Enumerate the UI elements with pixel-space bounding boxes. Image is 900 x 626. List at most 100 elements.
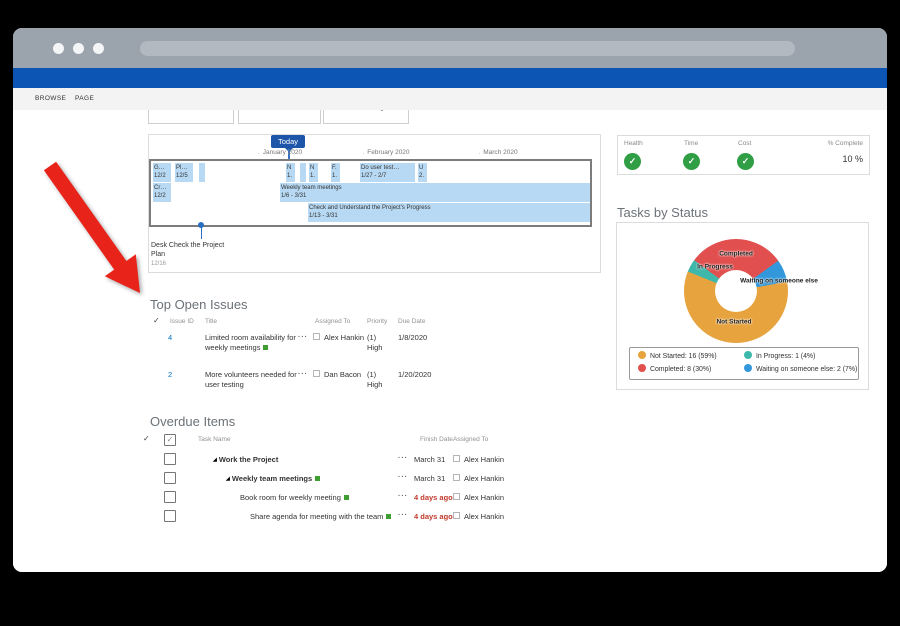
task-ellipsis-menu[interactable]: ··· (398, 493, 408, 500)
issue-title[interactable]: More volunteers needed for user testing (205, 370, 298, 389)
top-open-issues-title: Top Open Issues (150, 297, 248, 312)
presence-icon (313, 333, 320, 340)
overdue-header-task[interactable]: Task Name (198, 436, 231, 443)
expand-icon[interactable]: ◢ (226, 476, 230, 482)
legend-waiting: Waiting on someone else: 2 (7%) (744, 364, 857, 373)
gantt-bar[interactable]: G…12/2 (153, 163, 171, 182)
task-ellipsis-menu[interactable]: ··· (398, 474, 408, 481)
row-checkbox[interactable] (164, 491, 176, 503)
gantt-bar[interactable]: N1. (286, 163, 295, 182)
last-change-button[interactable]: Last Change (323, 110, 409, 124)
window-minimize-button[interactable] (73, 43, 84, 54)
on-track-icon (315, 476, 320, 481)
slice-label-not-started: Not Started (716, 319, 751, 326)
percent-complete-label: % Complete (828, 140, 863, 147)
on-track-icon (263, 345, 268, 350)
slice-label-in-progress: In Progress (697, 264, 733, 271)
gantt-bar[interactable]: Do user test…1/27 - 2/7 (360, 163, 415, 182)
legend-not-started: Not Started: 16 (59%) (638, 351, 717, 360)
gantt-bar[interactable]: U2. (418, 163, 427, 182)
window-maximize-button[interactable] (93, 43, 104, 54)
current-finish-date-button[interactable]: Current Finish Date (238, 110, 321, 124)
presence-icon (453, 474, 460, 481)
gantt-bar[interactable]: Check and Understand the Project's Progr… (308, 203, 590, 222)
task-finish-date: March 31 (414, 455, 445, 464)
health-ok-icon: ✓ (624, 153, 641, 170)
legend-dot-icon (744, 351, 752, 359)
header-checkbox[interactable]: ✓ (164, 434, 176, 446)
gantt-bar[interactable]: N1. (309, 163, 318, 182)
gantt-bar[interactable]: Pl…12/5 (175, 163, 193, 182)
late-tasks-button[interactable]: Late Tasks (148, 110, 234, 124)
task-name[interactable]: ◢Weekly team meetings (226, 474, 320, 483)
select-all-icon[interactable]: ✓ (153, 316, 160, 325)
person-link[interactable]: Alex Hankin (464, 455, 504, 464)
task-assigned: Alex Hankin (453, 455, 504, 464)
overdue-header-finish[interactable]: Finish Date (420, 436, 453, 443)
expand-icon[interactable]: ◢ (213, 457, 217, 463)
donut-hole (715, 270, 757, 312)
person-link[interactable]: Dan Bacon (324, 370, 361, 379)
select-all-icon[interactable]: ✓ (143, 434, 150, 443)
issues-header-priority[interactable]: Priority (367, 318, 387, 325)
presence-icon (453, 512, 460, 519)
gantt-bar[interactable] (300, 163, 306, 182)
row-checkbox[interactable] (164, 453, 176, 465)
gantt-bar[interactable] (199, 163, 205, 182)
presence-icon (313, 370, 320, 377)
tab-browse[interactable]: BROWSE (35, 95, 66, 102)
issue-assigned: Dan Bacon (313, 370, 361, 379)
gantt-bar[interactable]: Cr…12/2 (153, 183, 171, 202)
person-link[interactable]: Alex Hankin (464, 493, 504, 502)
task-ellipsis-menu[interactable]: ··· (398, 455, 408, 462)
task-ellipsis-menu[interactable]: ··· (398, 512, 408, 519)
month-label: .January 2020 (258, 149, 302, 156)
issue-assigned: Alex Hankin (313, 333, 364, 342)
row-checkbox[interactable] (164, 510, 176, 522)
month-label: .February 2020 (362, 149, 409, 156)
window-close-button[interactable] (53, 43, 64, 54)
issues-header-assigned[interactable]: Assigned To (315, 318, 350, 325)
overdue-items-title: Overdue Items (150, 414, 235, 429)
tab-page[interactable]: PAGE (75, 95, 94, 102)
health-label: Health (624, 140, 643, 147)
timeline-web-part: Today .January 2020 .February 2020 .Marc… (148, 134, 601, 273)
issues-header-title[interactable]: Title (205, 318, 217, 325)
gantt-bar[interactable]: F.1. (331, 163, 340, 182)
task-finish-date-overdue: 4 days ago (414, 493, 453, 502)
task-finish-date-overdue: 4 days ago (414, 512, 453, 521)
issue-id-link[interactable]: 2 (168, 370, 172, 379)
gantt-bar[interactable]: Weekly team meetings1/6 - 3/31 (280, 183, 590, 202)
task-name[interactable]: Share agenda for meeting with the team (250, 512, 391, 521)
person-link[interactable]: Alex Hankin (324, 333, 364, 342)
task-name[interactable]: ◢Work the Project (213, 455, 278, 464)
on-track-icon (344, 495, 349, 500)
issue-due-date: 1/20/2020 (398, 370, 431, 379)
suite-bar (13, 68, 887, 88)
overdue-header-assigned[interactable]: Assigned To (453, 436, 488, 443)
today-marker[interactable]: Today (271, 135, 305, 148)
legend-dot-icon (744, 364, 752, 372)
issue-id-link[interactable]: 4 (168, 333, 172, 342)
issue-ellipsis-menu[interactable]: ··· (298, 371, 308, 378)
last-change-label: Last Change (324, 110, 408, 111)
issue-title[interactable]: Limited room availability for weekly mee… (205, 333, 298, 352)
issue-ellipsis-menu[interactable]: ··· (298, 334, 308, 341)
issue-priority: (1) High (367, 370, 389, 389)
task-name[interactable]: Book room for weekly meeting (240, 493, 349, 502)
time-label: Time (684, 140, 698, 147)
page-content: Late Tasks Current Finish Date Last Chan… (13, 110, 887, 572)
cost-ok-icon: ✓ (737, 153, 754, 170)
task-finish-date: March 31 (414, 474, 445, 483)
chart-legend: Not Started: 16 (59%) In Progress: 1 (4%… (629, 347, 859, 380)
person-link[interactable]: Alex Hankin (464, 512, 504, 521)
row-checkbox[interactable] (164, 472, 176, 484)
person-link[interactable]: Alex Hankin (464, 474, 504, 483)
legend-dot-icon (638, 351, 646, 359)
tasks-by-status-chart-panel: Completed In Progress Waiting on someone… (616, 222, 869, 390)
slice-label-completed: Completed (719, 251, 753, 258)
issues-header-due[interactable]: Due Date (398, 318, 425, 325)
address-bar[interactable] (140, 41, 795, 56)
issues-header-id[interactable]: Issue ID (170, 318, 194, 325)
browser-window: BROWSE PAGE Late Tasks Current Finish Da… (13, 28, 887, 572)
